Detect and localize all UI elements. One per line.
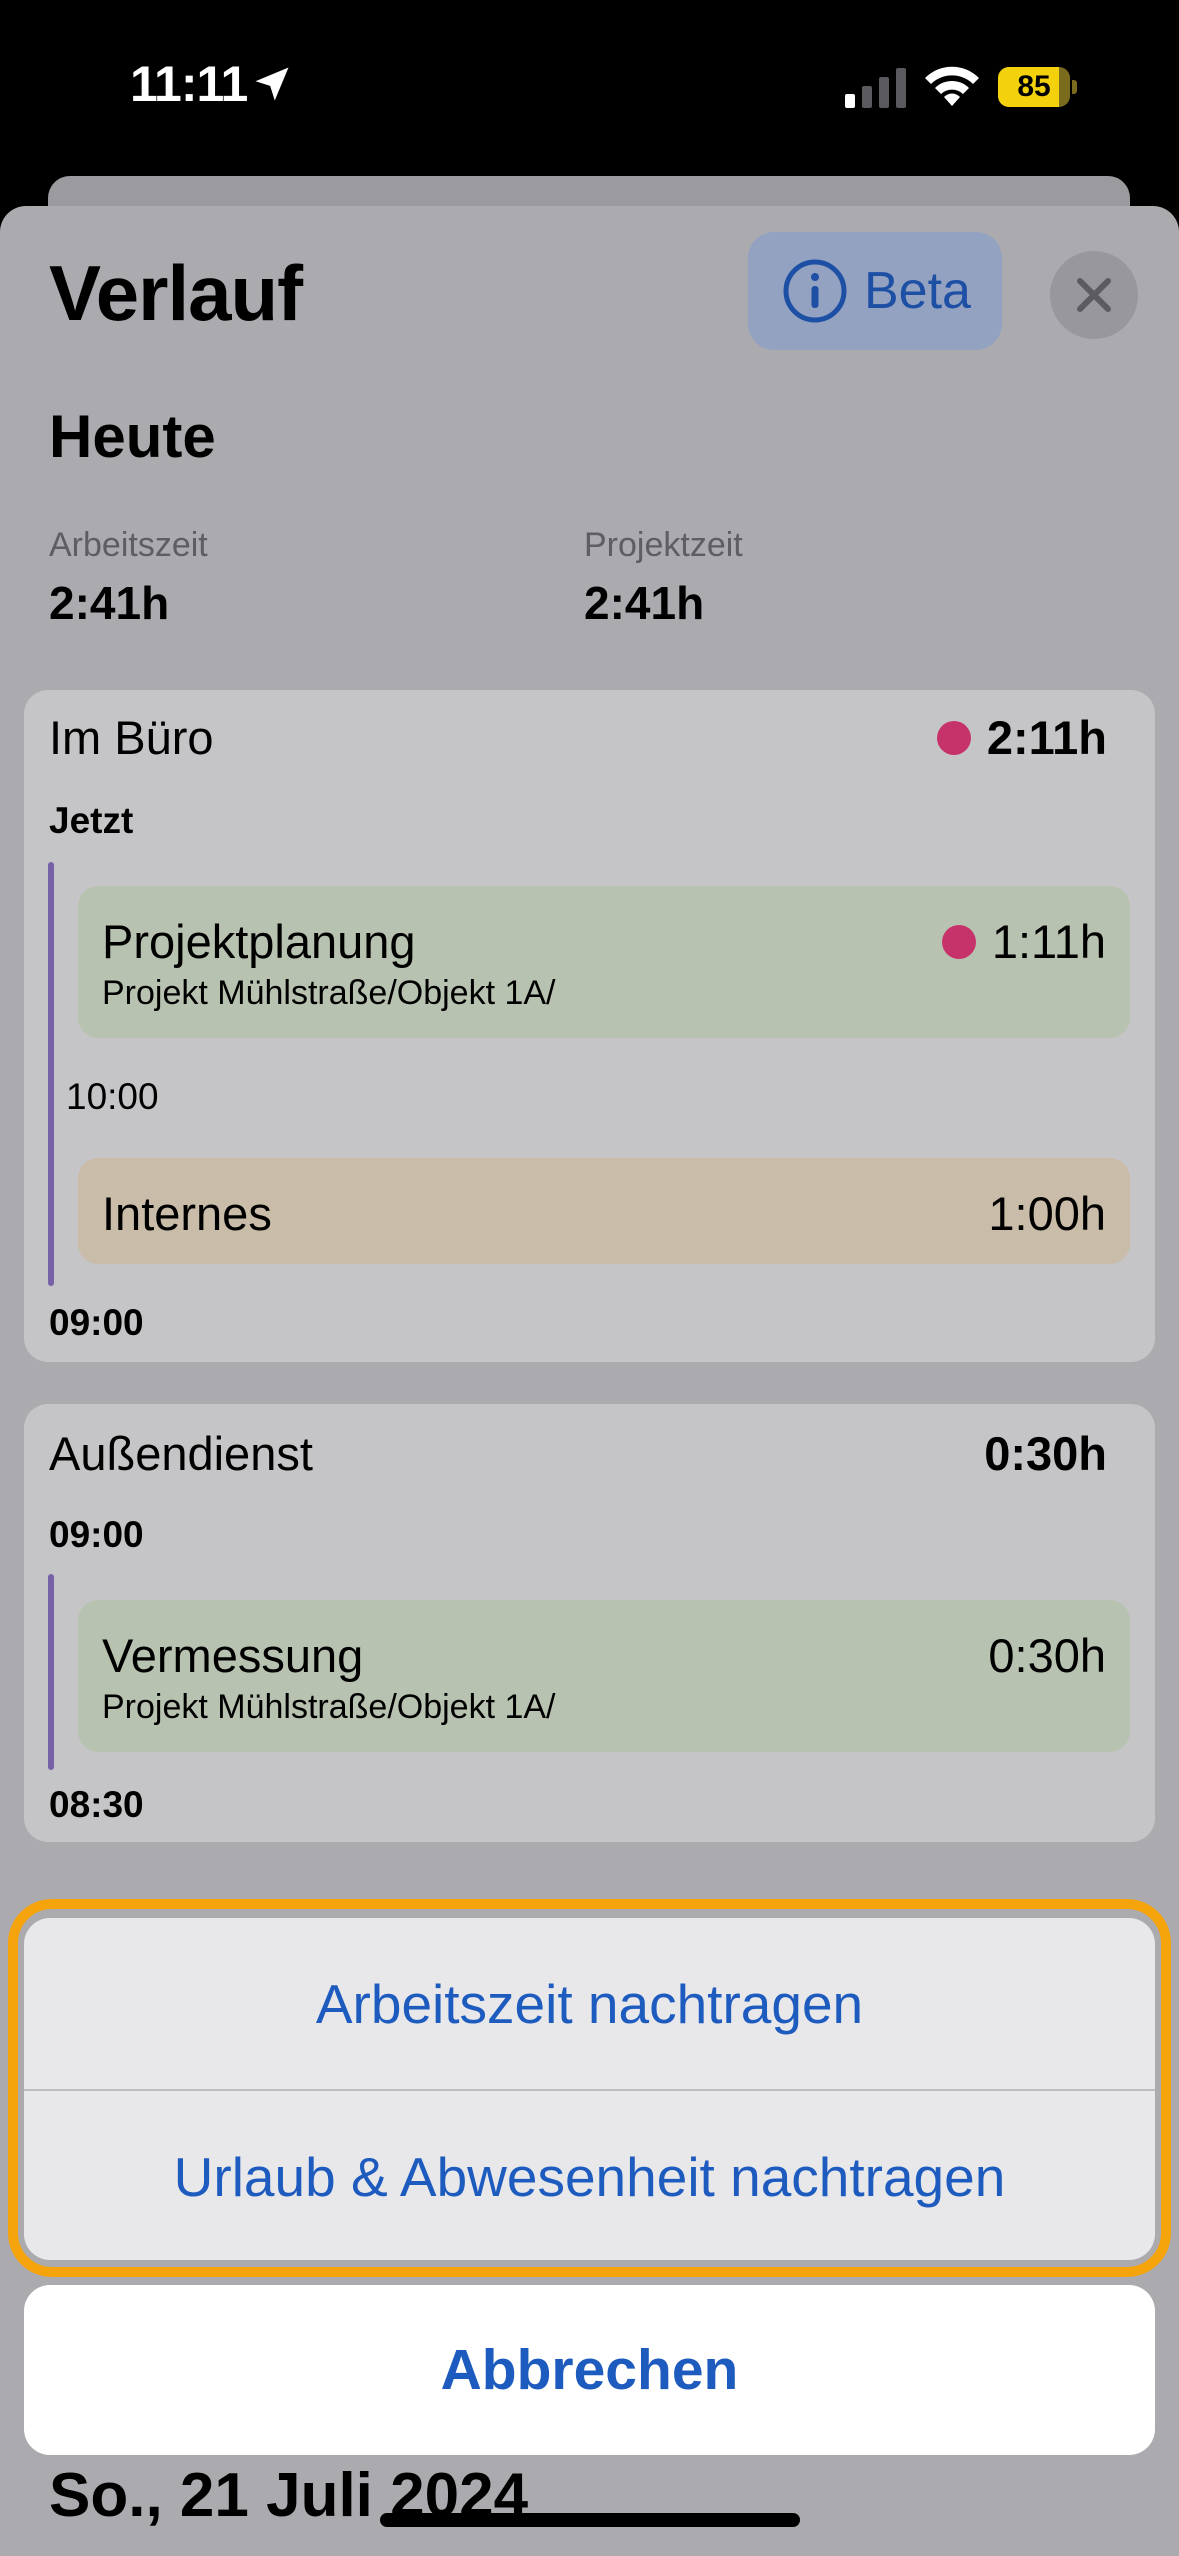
home-indicator[interactable]	[380, 2513, 800, 2527]
entry-time-value: 0:30h	[988, 1629, 1106, 1682]
highlight-outline	[8, 1899, 1171, 2277]
work-time-value: 2:41h	[49, 577, 170, 629]
card-title: Im Büro	[49, 711, 214, 764]
card-total: 0:30h	[984, 1426, 1107, 1481]
location-arrow-icon	[255, 67, 289, 101]
page-title: Verlauf	[49, 249, 303, 337]
card-total-value: 2:11h	[986, 711, 1107, 764]
timeline-bar	[48, 1574, 54, 1770]
entry-title: Internes	[102, 1187, 272, 1240]
beta-label: Beta	[864, 262, 971, 320]
timeline-bar	[48, 862, 54, 1286]
close-button[interactable]	[1050, 251, 1138, 339]
card-total: 2:11h	[936, 710, 1107, 765]
cellular-signal-icon	[845, 68, 906, 108]
status-time: 11:11	[130, 56, 248, 112]
close-icon	[1077, 278, 1111, 312]
list-item[interactable]: Vermessung Projekt Mühlstraße/Objekt 1A/…	[78, 1600, 1130, 1752]
work-time-label: Arbeitszeit	[49, 526, 208, 564]
beta-button[interactable]: Beta	[748, 232, 1002, 350]
list-item[interactable]: Projektplanung Projekt Mühlstraße/Objekt…	[78, 886, 1130, 1038]
list-item[interactable]: Internes 1:00h	[78, 1158, 1130, 1264]
project-time-value: 2:41h	[584, 577, 705, 629]
wifi-icon	[925, 66, 979, 106]
project-time-label: Projektzeit	[584, 526, 743, 564]
entry-title: Projektplanung	[102, 915, 416, 968]
time-label-end: 08:30	[49, 1784, 144, 1825]
time-label-end: 09:00	[49, 1302, 144, 1343]
entry-subtitle: Projekt Mühlstraße/Objekt 1A/	[102, 1688, 556, 1726]
time-label-mid: 10:00	[66, 1076, 159, 1117]
battery-percent: 85	[1017, 70, 1051, 103]
entry-time: 0:30h	[988, 1628, 1106, 1683]
section-heading-today: Heute	[49, 403, 216, 470]
time-label-start: 09:00	[49, 1514, 144, 1555]
entry-time: 1:00h	[988, 1186, 1106, 1241]
status-bar: 11:11 85	[0, 0, 1179, 175]
entry-time: 1:11h	[941, 914, 1106, 969]
entry-title: Vermessung	[102, 1629, 364, 1682]
card-title: Außendienst	[49, 1427, 313, 1480]
time-label-start: Jetzt	[49, 800, 134, 841]
entry-time-value: 1:00h	[988, 1187, 1106, 1240]
entry-subtitle: Projekt Mühlstraße/Objekt 1A/	[102, 974, 556, 1012]
active-dot	[941, 924, 976, 959]
work-session-card[interactable]: Im Büro 2:11h Jetzt Projektplanung Proje…	[24, 690, 1155, 1362]
battery-body: 85	[998, 67, 1070, 107]
battery-icon: 85	[998, 67, 1078, 107]
cancel-button[interactable]: Abbrechen	[24, 2285, 1155, 2455]
info-icon	[783, 259, 847, 323]
work-session-card[interactable]: Außendienst 0:30h 09:00 Vermessung Proje…	[24, 1404, 1155, 1842]
card-total-value: 0:30h	[984, 1427, 1107, 1480]
active-dot	[936, 720, 971, 755]
battery-cap	[1072, 80, 1077, 94]
entry-time-value: 1:11h	[991, 915, 1106, 968]
